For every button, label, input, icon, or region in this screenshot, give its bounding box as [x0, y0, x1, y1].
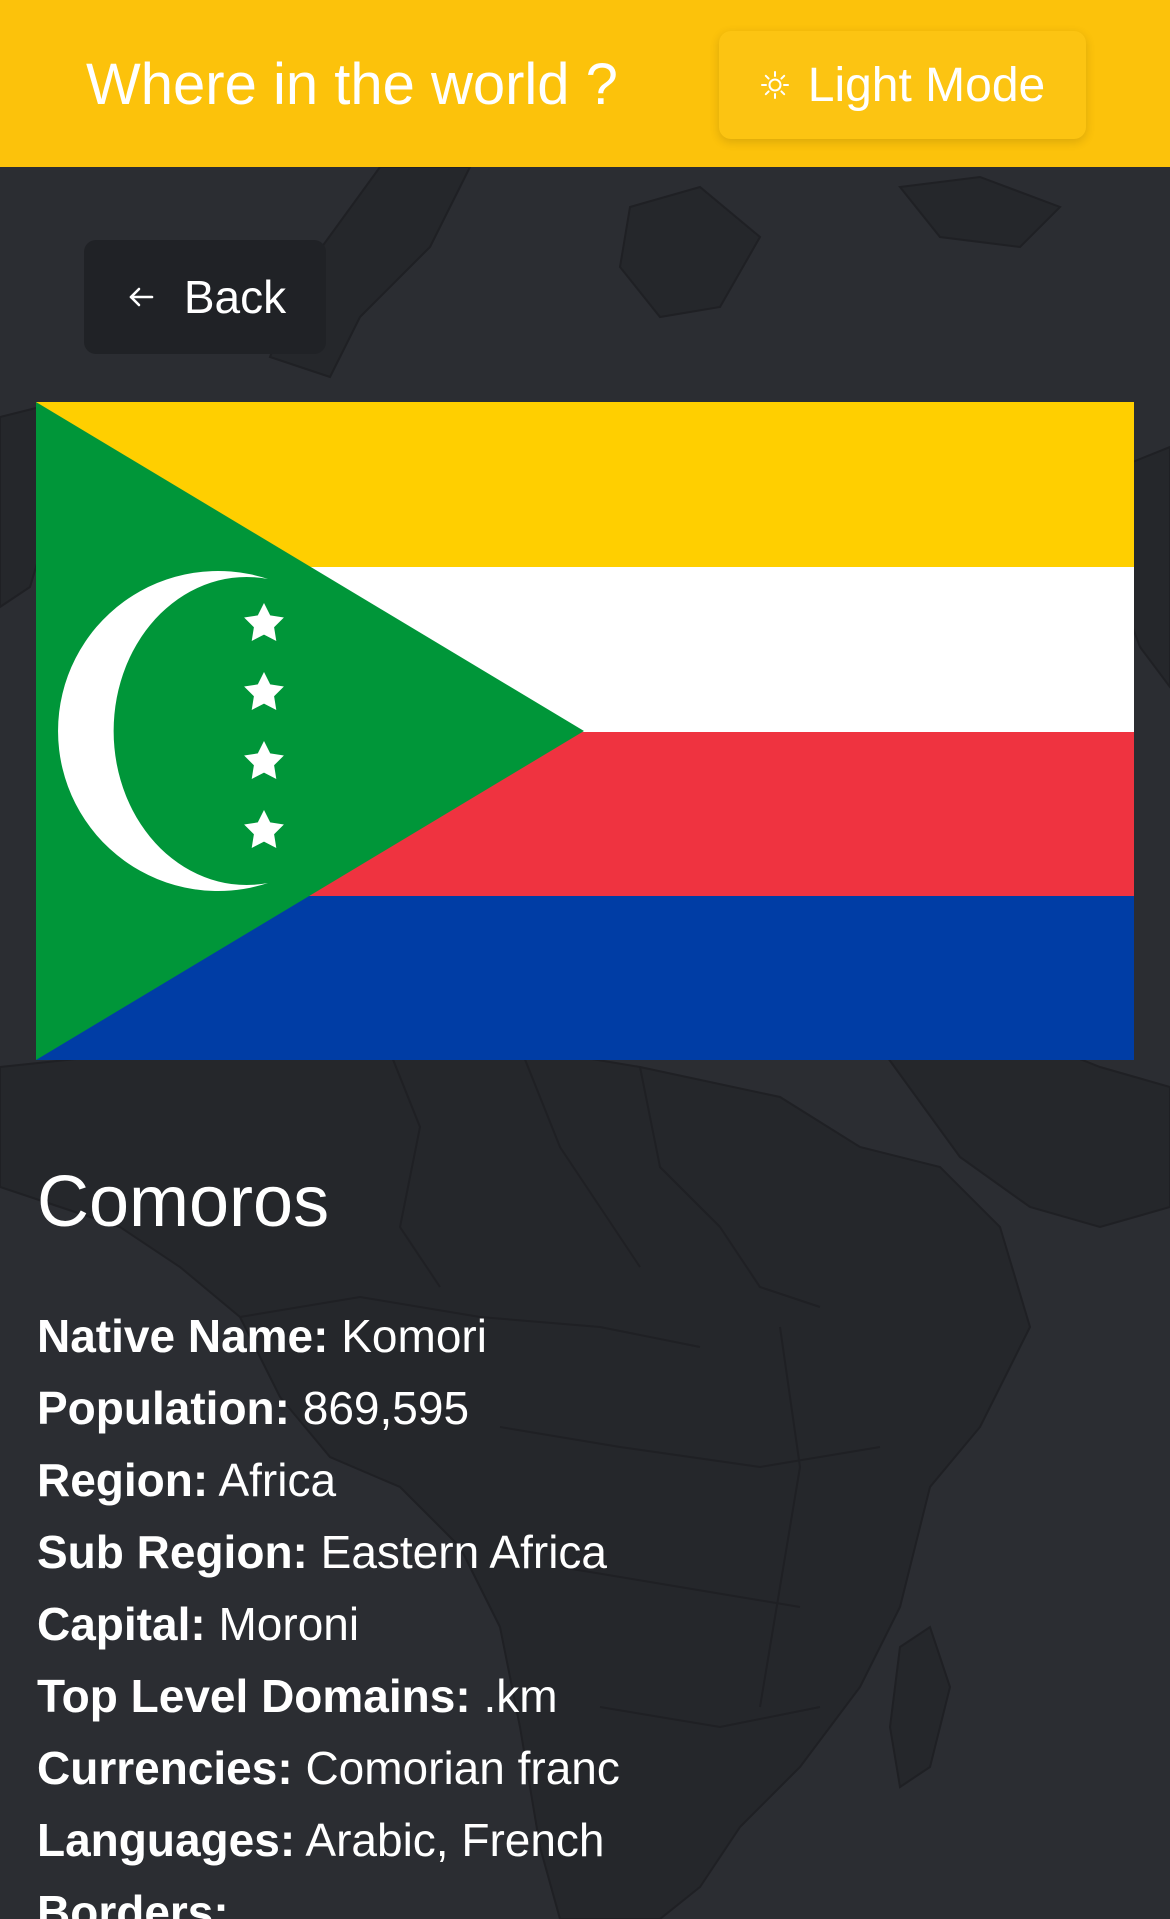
- detail-label: Languages:: [37, 1814, 296, 1866]
- detail-currencies: Currencies: Comorian franc: [37, 1732, 620, 1804]
- detail-sub-region: Sub Region: Eastern Africa: [37, 1516, 620, 1588]
- detail-label: Sub Region:: [37, 1526, 308, 1578]
- country-name: Comoros: [37, 1162, 330, 1242]
- detail-value: Africa: [218, 1454, 337, 1506]
- back-button[interactable]: Back: [84, 240, 326, 354]
- arrow-left-icon: [129, 287, 154, 307]
- detail-label: Currencies:: [37, 1742, 293, 1794]
- detail-label: Top Level Domains:: [37, 1670, 471, 1722]
- country-detail-page: Where in the world ? Light Mode Back Com…: [0, 0, 1170, 1919]
- detail-label: Region:: [37, 1454, 209, 1506]
- detail-label: Capital:: [37, 1598, 206, 1650]
- detail-population: Population: 869,595: [37, 1372, 620, 1444]
- app-title: Where in the world ?: [86, 52, 618, 117]
- app-header: Where in the world ? Light Mode: [0, 0, 1170, 167]
- detail-value: Comorian franc: [305, 1742, 620, 1794]
- detail-value: Komori: [341, 1310, 487, 1362]
- detail-value: Moroni: [218, 1598, 360, 1650]
- detail-top-level-domains: Top Level Domains: .km: [37, 1660, 620, 1732]
- detail-capital: Capital: Moroni: [37, 1588, 620, 1660]
- light-mode-toggle-button[interactable]: Light Mode: [719, 31, 1086, 139]
- detail-native-name: Native Name: Komori: [37, 1300, 620, 1372]
- sun-icon: [760, 71, 789, 99]
- detail-languages: Languages: Arabic, French: [37, 1804, 620, 1876]
- comoros-flag-image: [36, 402, 1134, 1060]
- country-details: Native Name: Komori Population: 869,595 …: [37, 1300, 620, 1919]
- back-button-label: Back: [183, 271, 287, 323]
- detail-label: Native Name:: [37, 1310, 329, 1362]
- detail-value: Arabic, French: [305, 1814, 605, 1866]
- mode-toggle-label: Light Mode: [807, 58, 1046, 112]
- detail-label: Population:: [37, 1382, 290, 1434]
- detail-borders: Borders:: [37, 1876, 620, 1919]
- detail-value: Eastern Africa: [320, 1526, 607, 1578]
- detail-value: 869,595: [302, 1382, 470, 1434]
- detail-value: .km: [483, 1670, 558, 1722]
- detail-label: Borders:: [37, 1886, 229, 1919]
- detail-region: Region: Africa: [37, 1444, 620, 1516]
